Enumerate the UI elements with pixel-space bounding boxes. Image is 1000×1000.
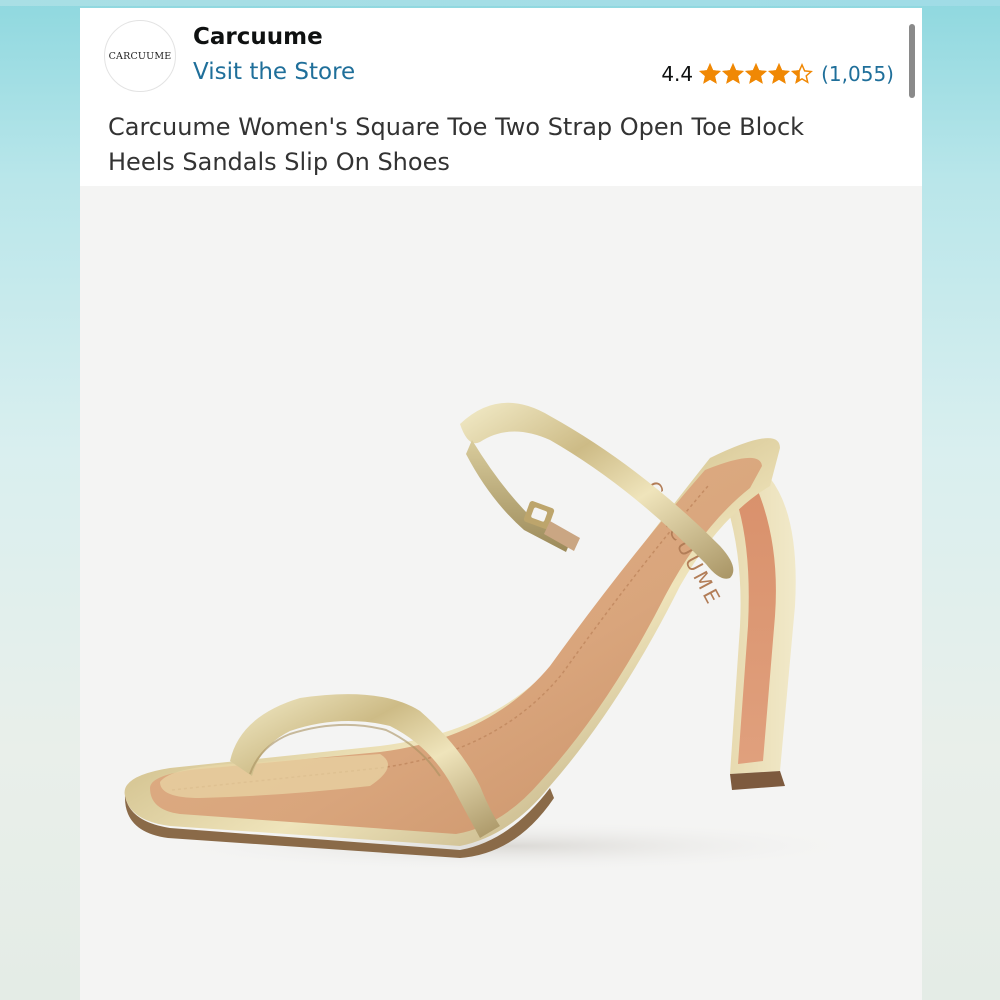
product-card: CARCUUME Carcuume Visit the Store 4.4 (1… bbox=[80, 8, 922, 1000]
star-icon bbox=[699, 63, 722, 84]
product-image[interactable]: CARCUUME bbox=[80, 186, 922, 1000]
star-icon bbox=[791, 63, 814, 84]
rating-summary[interactable]: 4.4 (1,055) bbox=[661, 62, 894, 86]
review-count-link[interactable]: (1,055) bbox=[821, 62, 894, 86]
sandal-photo-icon: CARCUUME bbox=[124, 402, 870, 872]
star-icon bbox=[745, 63, 768, 84]
rating-value: 4.4 bbox=[661, 62, 694, 86]
product-header: CARCUUME Carcuume Visit the Store 4.4 (1… bbox=[80, 8, 922, 186]
scrollbar-thumb[interactable] bbox=[909, 24, 915, 98]
product-title: Carcuume Women's Square Toe Two Strap Op… bbox=[108, 113, 805, 176]
top-strip bbox=[0, 0, 1000, 6]
star-icon bbox=[722, 63, 745, 84]
star-rating bbox=[699, 63, 814, 85]
visit-store-link[interactable]: Visit the Store bbox=[193, 59, 355, 85]
brand-logo[interactable]: CARCUUME bbox=[104, 20, 176, 92]
brand-name[interactable]: Carcuume bbox=[193, 24, 323, 50]
star-icon bbox=[768, 63, 791, 84]
